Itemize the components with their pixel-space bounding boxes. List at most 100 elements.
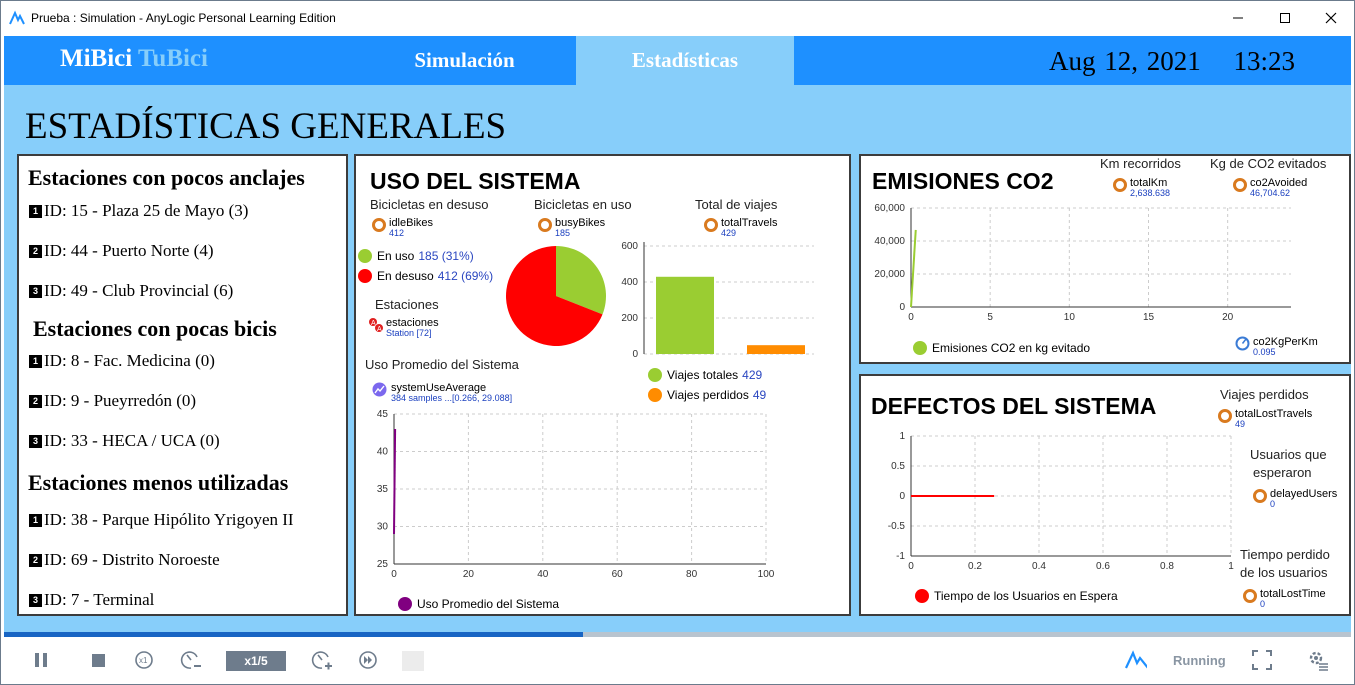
minimize-button[interactable] [1215,1,1261,34]
legend-swatch-purple [398,597,412,611]
busy-bikes-variable[interactable]: busyBikes 185 [538,217,605,238]
bikes-pie-chart [506,246,606,346]
x-tick-label: 0.4 [1032,561,1046,572]
legend-value: 429 [742,368,763,382]
delayed-users-variable[interactable]: delayedUsers 0 [1253,488,1337,509]
fullscreen-button[interactable] [1251,649,1273,671]
x-tick-label: 0.8 [1160,561,1174,572]
brand-logo: MiBici TuBici [60,45,208,73]
close-button[interactable] [1308,1,1354,34]
x-tick-label: 0 [908,561,914,572]
variable-value: 384 samples ...[0.266, 29.088] [391,393,513,403]
legend-value: 185 (31%) [418,249,474,263]
rank-badge: 2 [29,394,42,408]
total-km-variable[interactable]: totalKm 2,638.638 [1113,177,1170,198]
variable-value: 0 [1260,599,1266,609]
parameter-icon [1235,336,1250,351]
legend-label: Viajes perdidos [667,388,749,402]
idle-bikes-variable[interactable]: idleBikes 412 [372,217,433,238]
y-tick-label: 0.5 [891,461,905,472]
rank-badge: 2 [29,244,42,258]
legend-viajes-perdidos: Viajes perdidos 49 [648,388,766,402]
legend-label: En uso [377,249,415,263]
system-use-average-dataset[interactable]: systemUseAverage 384 samples ...[0.266, 2… [372,382,512,403]
variable-icon [1218,409,1232,423]
fullscreen-icon [1252,650,1272,670]
bicicletas-enuso-label: Bicicletas en uso [534,197,632,212]
legend-swatch-green [358,249,372,263]
y-tick-label: 400 [621,277,638,288]
x-tick-label: 20 [1222,312,1234,323]
estaciones-population[interactable]: AA estaciones Station [72] [368,317,439,338]
emisiones-line-chart: 0 20,000 40,000 60,000 0 5 10 15 20 [874,203,1291,323]
stop-icon [92,654,105,667]
ranking-item-text: ID: 9 - Pueyrredón (0) [44,391,197,410]
rank-badge: 1 [29,354,42,368]
title-bar: Prueba : Simulation - AnyLogic Personal … [1,1,1354,34]
ranking-item: 3 ID: 33 - HECA / UCA (0) [29,431,220,451]
y-tick-label: 600 [621,242,638,252]
uso-promedio-line-chart: 25 30 35 40 45 0 20 40 60 80 100 [377,409,775,580]
tab-simulacion[interactable]: Simulación [357,36,572,85]
legend-swatch-orange [648,388,662,402]
date-label: Aug 12, 2021 [1048,46,1201,76]
rank-badge: 3 [29,593,42,607]
legend-value: 412 (69%) [437,269,494,283]
y-tick-label: 20,000 [874,269,905,280]
km-recorridos-label: Km recorridos [1100,156,1181,171]
slow-down-button[interactable] [180,649,202,671]
x-tick-label: 0 [391,569,397,580]
ranking-item: 3 ID: 7 - Terminal [29,590,154,610]
legend-emisiones: Emisiones CO2 en kg evitado [913,341,1090,355]
variable-icon [1243,589,1257,603]
ranking-item-text: ID: 44 - Puerto Norte (4) [44,241,214,260]
tab-estadisticas[interactable]: Estadísticas [576,36,794,85]
x-tick-label: 15 [1143,312,1155,323]
total-lost-time-variable[interactable]: totalLostTime 0 [1243,588,1326,609]
y-tick-label: 1 [899,431,905,442]
pause-button[interactable] [30,649,52,671]
speed-up-button[interactable] [311,649,333,671]
anylogic-status-icon [1125,649,1147,671]
co2-per-km-parameter[interactable]: co2KgPerKm 0.095 [1235,336,1318,357]
legend-swatch-red [915,589,929,603]
x-tick-label: 0.6 [1096,561,1110,572]
variable-name: totalLostTravels [1235,408,1313,420]
defectos-line-chart: -1 -0.5 0 0.5 1 0 0.2 0.4 0.6 0.8 1 [888,431,1234,572]
fast-forward-button[interactable] [357,649,379,671]
fast-forward-icon [359,651,377,669]
simulation-toolbar: x1 x1/5 Running [1,632,1354,684]
settings-button[interactable] [1307,649,1329,671]
variable-icon [372,218,386,232]
maximize-button[interactable] [1262,1,1308,34]
ranking-item: 3 ID: 49 - Club Provincial (6) [29,281,233,301]
viajes-bar-chart: 0 200 400 600 [621,242,814,360]
co2-avoided-variable[interactable]: co2Avoided 46,704.62 [1233,177,1307,198]
legend-label: Uso Promedio del Sistema [417,597,560,611]
progress-fill [4,632,584,637]
page-title: ESTADÍSTICAS GENERALES [25,106,507,147]
svg-text:A: A [371,320,376,327]
stop-button[interactable] [87,649,109,671]
total-lost-travels-variable[interactable]: totalLostTravels 49 [1218,408,1312,429]
legend-uso-promedio: Uso Promedio del Sistema [398,597,559,611]
total-travels-variable[interactable]: totalTravels 429 [704,217,777,238]
x-tick-label: 80 [686,569,698,580]
anylogic-logo-icon [9,10,25,24]
brand-name-2: TuBici [138,45,208,72]
ranking-item-text: ID: 33 - HECA / UCA (0) [44,431,220,450]
variable-value: 412 [389,228,405,238]
y-tick-label: 35 [377,484,389,495]
defectos-title: DEFECTOS DEL SISTEMA [871,393,1157,419]
simulation-progress-bar [4,632,1351,637]
usuarios-esperaron-label-2: esperaron [1253,465,1312,480]
legend-label: Tiempo de los Usuarios en Espera [934,589,1118,603]
variable-value: 0 [1270,499,1276,509]
variable-name: totalLostTime [1260,588,1326,600]
close-icon [1325,12,1337,23]
bar [747,345,805,354]
brand-name-1: MiBici [60,45,133,72]
tiempo-perdido-label-1: Tiempo perdido [1240,547,1330,562]
real-time-x1-button[interactable]: x1 [133,649,155,671]
variable-value: 0.095 [1253,347,1276,357]
